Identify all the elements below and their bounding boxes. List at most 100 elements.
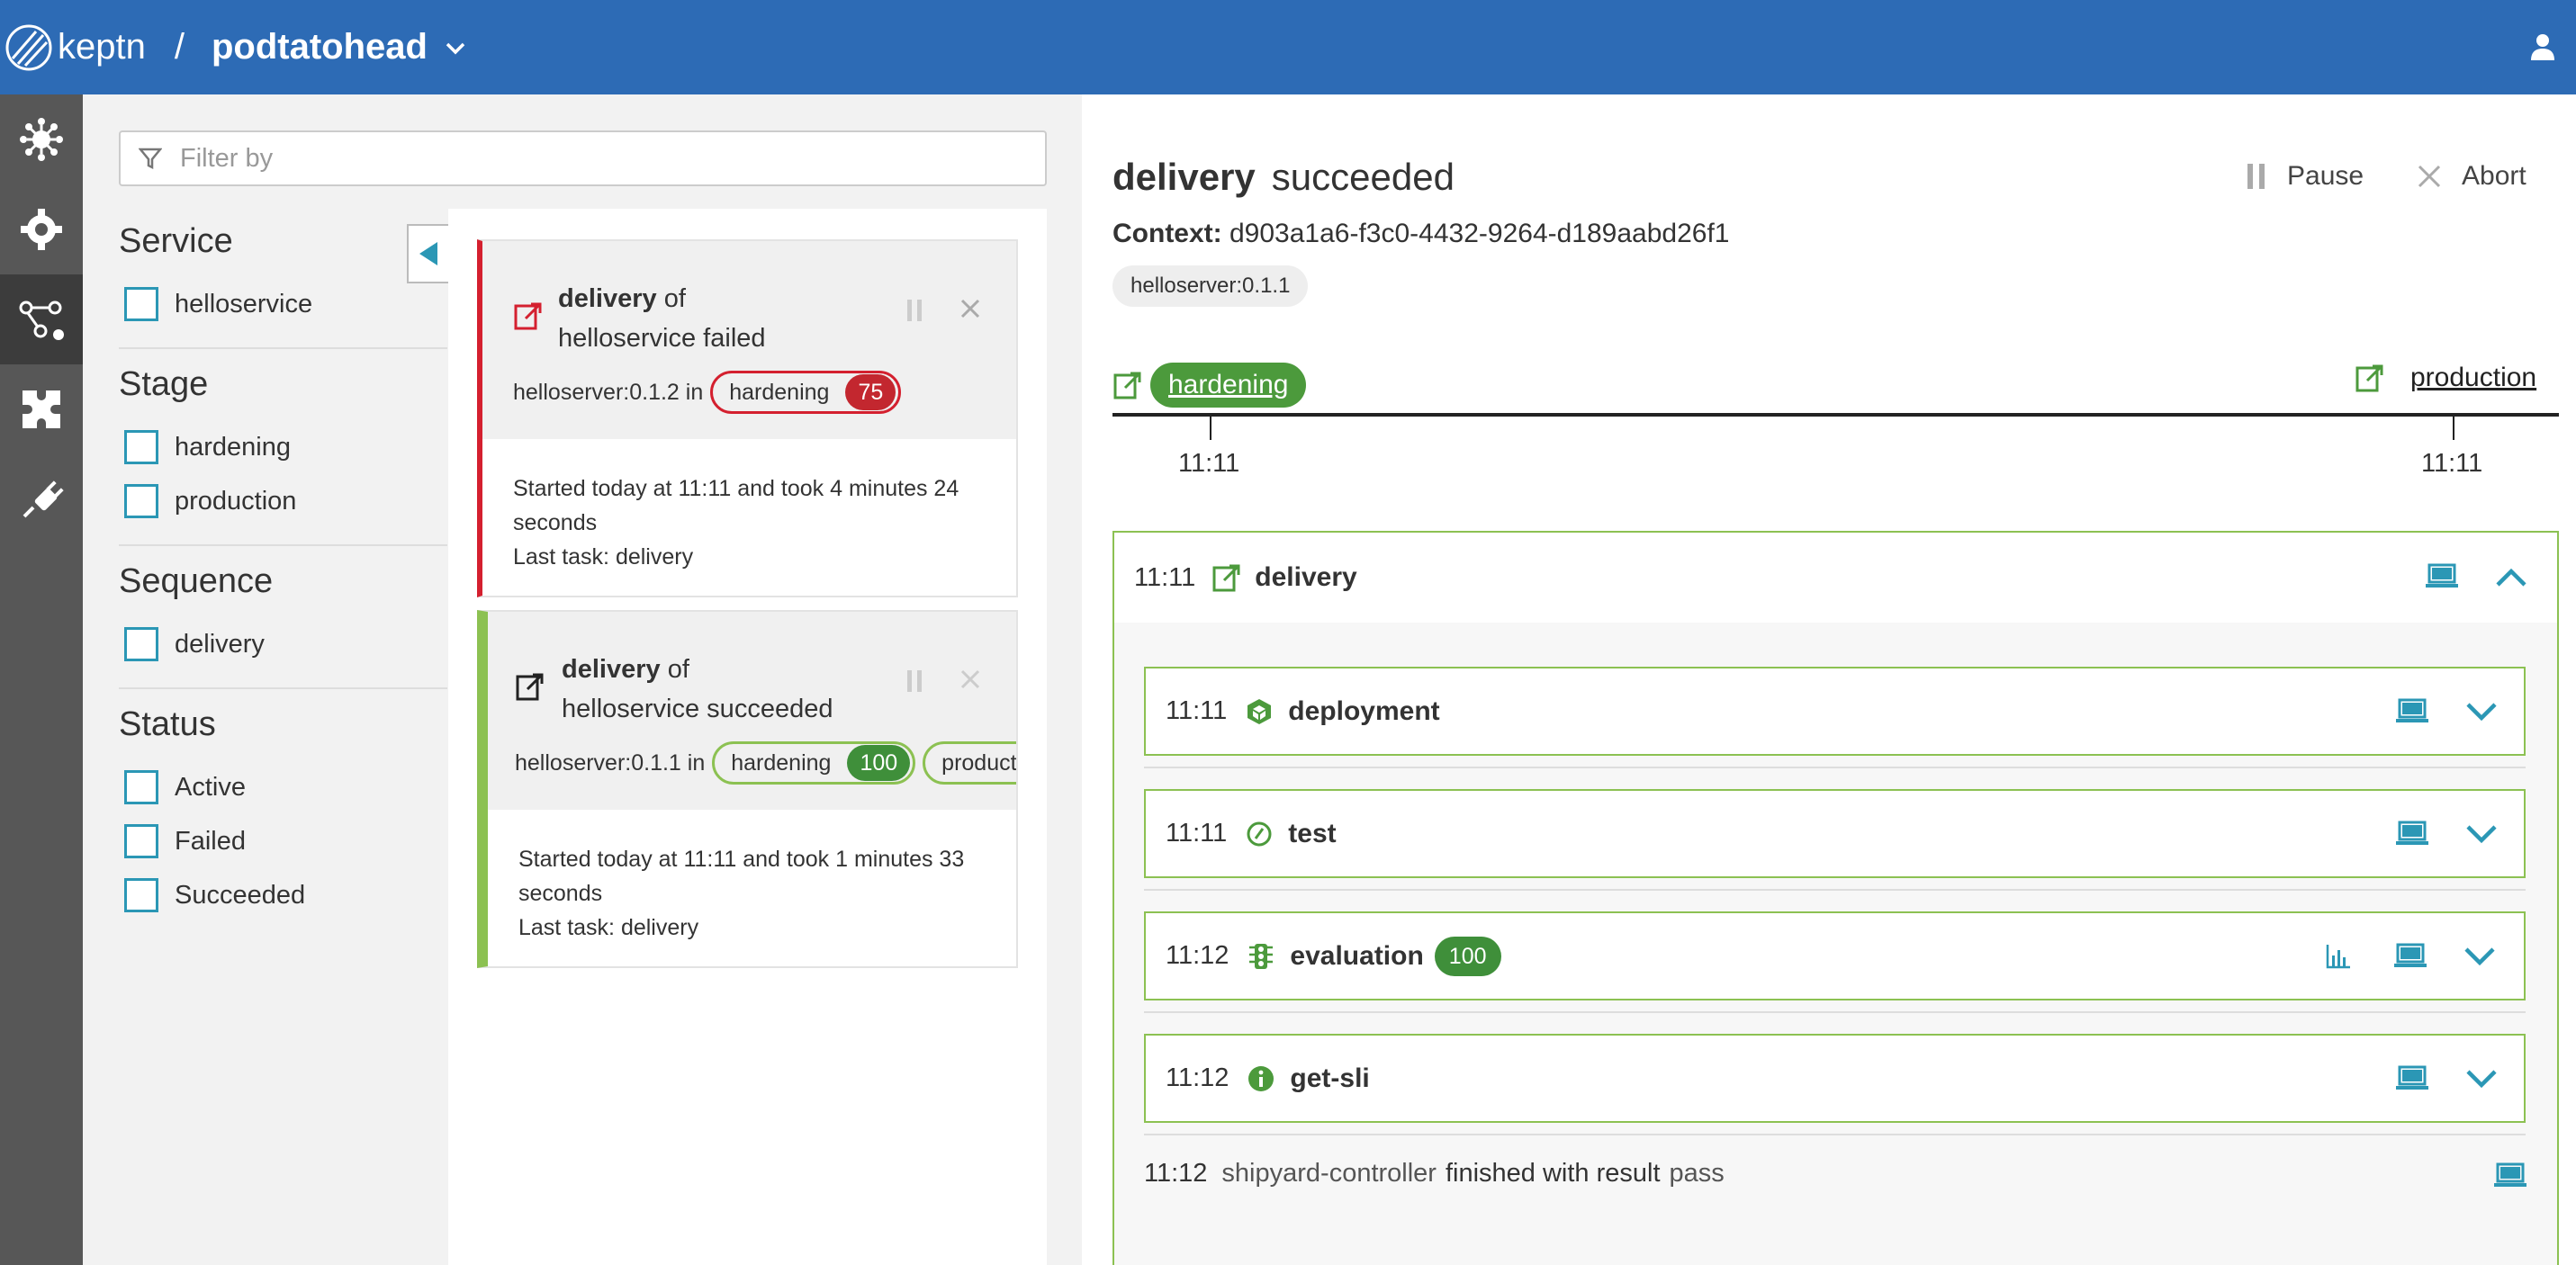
rail-environment[interactable]: [0, 94, 83, 184]
filter-group-title: Status: [119, 705, 216, 743]
chevron-down-icon[interactable]: [444, 36, 467, 59]
pause-icon[interactable]: [906, 299, 923, 322]
filter-group-service: Service helloservice: [119, 220, 447, 349]
laptop-icon[interactable]: [2493, 1162, 2527, 1189]
task-actions: [2395, 698, 2498, 725]
checkbox[interactable]: [124, 878, 158, 912]
rail-services[interactable]: [0, 364, 83, 454]
caret-left-icon: [419, 242, 437, 265]
keptn-logo-icon: [5, 24, 52, 70]
brand[interactable]: keptn: [4, 22, 146, 73]
filter-option-succeeded[interactable]: Succeeded: [119, 868, 447, 922]
divider: [1144, 1134, 2526, 1135]
pause-icon: [2247, 164, 2265, 189]
task-actions: [2395, 821, 2498, 848]
divider: [1144, 767, 2526, 768]
close-icon[interactable]: [960, 669, 980, 689]
settings-gear-icon: [21, 209, 62, 250]
card-actions: [906, 299, 980, 322]
chevron-down-icon[interactable]: [2463, 946, 2496, 967]
sequence-list: delivery of helloservice failed helloser…: [448, 209, 1047, 1265]
divider: [1144, 889, 2526, 891]
chevron-up-icon[interactable]: [2495, 566, 2527, 588]
laptop-icon[interactable]: [2393, 943, 2427, 970]
sequence-icon: [516, 673, 544, 701]
test-gauge-icon: [1247, 821, 1272, 846]
close-icon[interactable]: [960, 299, 980, 318]
filter-option-production[interactable]: production: [119, 474, 447, 528]
pause-button[interactable]: Pause: [2246, 161, 2364, 192]
version-chip: helloserver:0.1.1: [1112, 265, 1309, 307]
filter-box[interactable]: [119, 130, 1047, 186]
sequence-card-failed[interactable]: delivery of helloservice failed helloser…: [477, 239, 1018, 597]
pause-icon[interactable]: [906, 669, 923, 693]
timeline-stage-hardening[interactable]: hardening: [1112, 363, 1307, 408]
card-last-task: Last task: delivery: [518, 915, 699, 940]
sequence-stage-icon: [2355, 364, 2383, 392]
sequence-block-header[interactable]: 11:11 delivery: [1114, 533, 2557, 623]
sequence-detail-panel: delivery succeeded Pause Abort Context: d…: [1083, 94, 2576, 1265]
laptop-icon[interactable]: [2395, 1065, 2429, 1092]
filter-groups: Service helloservice Stage hardening pro…: [119, 220, 447, 953]
stage-chip-hardening[interactable]: hardening 100: [712, 741, 916, 785]
collapse-filter-button[interactable]: [407, 224, 448, 283]
card-details: Started today at 11:11 and took 4 minute…: [482, 439, 1016, 574]
chevron-down-icon[interactable]: [2465, 1068, 2498, 1090]
filter-option-failed[interactable]: Failed: [119, 814, 447, 868]
sequences-icon: [19, 301, 64, 340]
laptop-icon[interactable]: [2395, 698, 2429, 725]
filter-option-active[interactable]: Active: [119, 760, 447, 814]
checkbox[interactable]: [124, 287, 158, 321]
filter-group-title: Service: [119, 222, 233, 260]
timeline-line: [1112, 413, 2559, 417]
task-deployment[interactable]: 11:11 deployment: [1144, 667, 2526, 756]
breadcrumb-separator: /: [174, 27, 185, 67]
timeline-stage-production[interactable]: production: [2355, 363, 2536, 393]
checkbox[interactable]: [124, 770, 158, 804]
card-started-text: Started today at 11:11 and took 1 minute…: [518, 847, 965, 906]
task-test[interactable]: 11:11 test: [1144, 789, 2526, 878]
top-header: keptn / podtatohead: [0, 0, 2576, 94]
rail-sequences[interactable]: [0, 274, 83, 364]
sequence-card-succeeded[interactable]: delivery of helloservice succeeded hello…: [477, 610, 1018, 968]
filter-group-sequence: Sequence delivery: [119, 561, 447, 689]
rail-settings[interactable]: [0, 184, 83, 274]
laptop-icon[interactable]: [2395, 821, 2429, 848]
filter-group-title: Sequence: [119, 562, 274, 600]
filter-option-delivery[interactable]: delivery: [119, 617, 447, 671]
laptop-icon[interactable]: [2425, 563, 2459, 590]
stage-link-hardening[interactable]: hardening: [1150, 363, 1307, 408]
timeline-tick: [1210, 417, 1211, 440]
task-get-sli[interactable]: 11:12 get-sli: [1144, 1034, 2526, 1123]
left-nav-rail: [0, 94, 83, 1265]
sequence-block: 11:11 delivery 11:11 deployment 11:11 te…: [1112, 531, 2559, 1265]
card-last-task: Last task: delivery: [513, 544, 694, 570]
sequence-stage-icon: [1113, 372, 1141, 399]
stage-chip-hardening[interactable]: hardening 75: [710, 371, 902, 414]
filter-option-hardening[interactable]: hardening: [119, 420, 447, 474]
filter-group-stage: Stage hardening production: [119, 363, 447, 546]
user-icon[interactable]: [2529, 32, 2556, 61]
close-icon: [2418, 165, 2441, 188]
rail-integrations[interactable]: [0, 454, 83, 544]
checkbox[interactable]: [124, 627, 158, 661]
info-icon: [1248, 1065, 1274, 1091]
chevron-down-icon[interactable]: [2465, 823, 2498, 845]
checkbox[interactable]: [124, 430, 158, 464]
stage-link-production[interactable]: production: [2410, 363, 2536, 393]
checkbox[interactable]: [124, 824, 158, 858]
bar-chart-icon[interactable]: [2325, 943, 2352, 970]
checkbox[interactable]: [124, 484, 158, 518]
project-selector[interactable]: podtatohead: [212, 27, 428, 67]
chevron-down-icon[interactable]: [2465, 701, 2498, 722]
timeline-time: 11:11: [1178, 449, 1240, 478]
filter-option-helloservice[interactable]: helloservice: [119, 277, 447, 331]
filter-input[interactable]: [180, 143, 990, 174]
header-actions: [2425, 563, 2527, 590]
sequence-block-body: 11:11 deployment 11:11 test 11:12 evalua…: [1114, 623, 2557, 1265]
task-evaluation[interactable]: 11:12 evaluation 100: [1144, 911, 2526, 1000]
abort-button[interactable]: Abort: [2417, 161, 2526, 192]
stage-chip-production[interactable]: production: [923, 741, 1016, 785]
evaluation-score-badge[interactable]: 100: [1434, 936, 1501, 976]
sequence-failed-icon: [514, 302, 542, 330]
